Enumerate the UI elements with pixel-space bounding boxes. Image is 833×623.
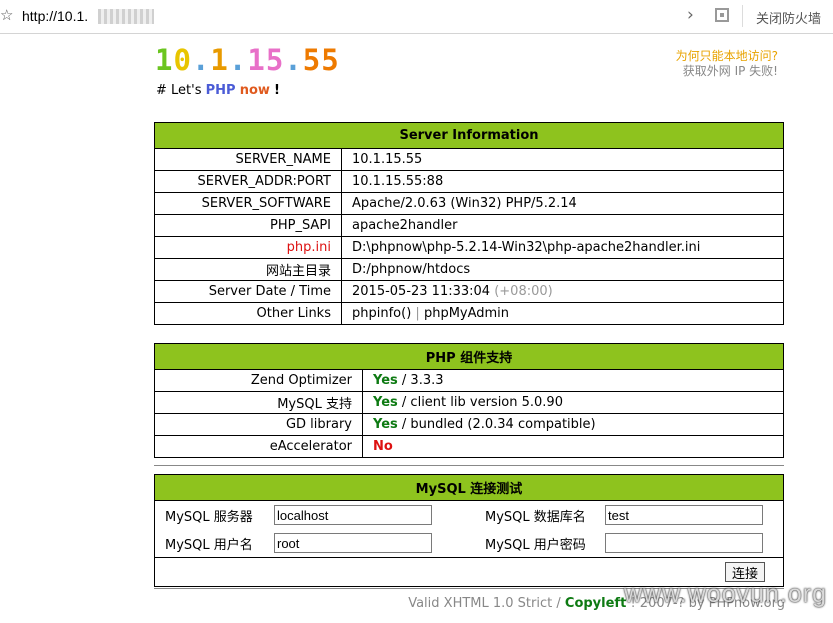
logo-char: . (191, 43, 211, 77)
server-datetime: 2015-05-23 11:33:04 (+08:00) (341, 280, 784, 303)
tagline-php: PHP (205, 83, 236, 98)
row-label: Zend Optimizer (154, 369, 363, 392)
status-yes: Yes (373, 373, 398, 388)
php-components-table: PHP 组件支持 Zend Optimizer Yes / 3.3.3 MySQ… (154, 343, 784, 458)
why-local-link[interactable]: 为何只能本地访问? (676, 49, 778, 64)
connect-button[interactable]: 连接 (724, 562, 765, 582)
logo-char: 1 (210, 43, 229, 77)
detail: / client lib version 5.0.90 (401, 395, 563, 410)
status-yes: Yes (373, 417, 398, 432)
row-label: Server Date / Time (154, 280, 342, 303)
logo-char: 0 (173, 43, 192, 77)
timezone: (+08:00) (494, 284, 553, 299)
disable-firewall-button[interactable]: 关闭防火墙 (756, 8, 821, 27)
mysql-server-input[interactable] (274, 505, 432, 525)
tagline-bang: ! (274, 83, 280, 98)
tagline: # Let's PHP now ! (156, 83, 280, 98)
mysql-test-title: MySQL 连接测试 (154, 474, 784, 501)
status-no: No (373, 439, 393, 454)
server-info-table: Server Information SERVER_NAME 10.1.15.5… (154, 122, 784, 325)
server-ip-logo: 10.1.15.55 (155, 43, 340, 77)
detail: / bundled (2.0.34 compatible) (401, 417, 596, 432)
detail: / 3.3.3 (401, 373, 444, 388)
redacted-url-part (98, 9, 154, 24)
date-value: 2015-05-23 11:33:04 (352, 284, 491, 299)
ip-fail-text: 获取外网 IP 失败! (682, 64, 778, 78)
tagline-now: now (239, 83, 270, 98)
row-value: Yes / bundled (2.0.34 compatible) (362, 413, 784, 436)
chevron-right-icon[interactable]: › (687, 5, 694, 25)
status-yes: Yes (373, 395, 398, 410)
row-value: apache2handler (341, 214, 784, 237)
row-label: MySQL 支持 (154, 391, 363, 414)
copyleft-text: Copyleft (564, 596, 627, 611)
access-notice: 为何只能本地访问? 获取外网 IP 失败! (676, 49, 778, 79)
row-value: D:/phpnow/htdocs (341, 258, 784, 281)
phpinfo-link[interactable]: phpinfo() (352, 306, 411, 321)
row-value: D:\phpnow\php-5.2.14-Win32\php-apache2ha… (341, 236, 784, 259)
address-bar-url[interactable]: http://10.1. (22, 8, 88, 24)
phpmyadmin-link[interactable]: phpMyAdmin (424, 306, 509, 321)
logo-char: 5 (321, 43, 340, 77)
mysql-db-label: MySQL 数据库名 (485, 509, 586, 525)
row-value: 10.1.15.55 (341, 148, 784, 171)
toolbar-divider (742, 5, 743, 27)
row-label: SERVER_NAME (154, 148, 342, 171)
row-value: Apache/2.0.63 (Win32) PHP/5.2.14 (341, 192, 784, 215)
browser-toolbar: ☆ http://10.1. › 关闭防火墙 (0, 0, 833, 34)
row-value: 10.1.15.55:88 (341, 170, 784, 193)
mysql-test-table: MySQL 连接测试 MySQL 服务器 MySQL 数据库名 MySQL 用户… (154, 474, 784, 587)
mysql-db-input[interactable] (605, 505, 763, 525)
logo-char: 5 (265, 43, 285, 77)
row-label: SERVER_SOFTWARE (154, 192, 342, 215)
divider (154, 465, 784, 466)
server-info-title: Server Information (154, 122, 784, 149)
php-ini-link[interactable]: php.ini (154, 236, 342, 259)
link-separator: | (415, 306, 420, 321)
row-label: SERVER_ADDR:PORT (154, 170, 342, 193)
qr-code-icon[interactable] (715, 8, 729, 22)
logo-char: 5 (302, 43, 322, 77)
row-label: 网站主目录 (154, 258, 342, 281)
row-label: eAccelerator (154, 435, 363, 458)
row-label: GD library (154, 413, 363, 436)
footer-slash: / (556, 596, 561, 611)
row-value: Yes / client lib version 5.0.90 (362, 391, 784, 414)
row-label: Other Links (154, 302, 342, 325)
logo-char: 1 (155, 43, 174, 77)
mysql-user-label: MySQL 用户名 (154, 529, 273, 558)
bookmark-star-icon[interactable]: ☆ (0, 6, 13, 24)
php-components-title: PHP 组件支持 (154, 343, 784, 370)
tagline-prefix: # Let's (156, 83, 206, 98)
mysql-user-input[interactable] (274, 533, 432, 553)
watermark: www.woovun.org (624, 580, 827, 608)
row-label: PHP_SAPI (154, 214, 342, 237)
logo-char: . (284, 43, 303, 77)
mysql-pass-input[interactable] (605, 533, 763, 553)
mysql-pass-label: MySQL 用户密码 (485, 537, 586, 553)
logo-char: 1 (247, 43, 266, 77)
row-value: No (362, 435, 784, 458)
logo-char: . (228, 43, 248, 77)
mysql-server-label: MySQL 服务器 (154, 500, 273, 529)
valid-xhtml-link[interactable]: Valid XHTML 1.0 Strict (408, 596, 552, 611)
row-value: Yes / 3.3.3 (362, 369, 784, 392)
other-links: phpinfo() | phpMyAdmin (341, 302, 784, 325)
